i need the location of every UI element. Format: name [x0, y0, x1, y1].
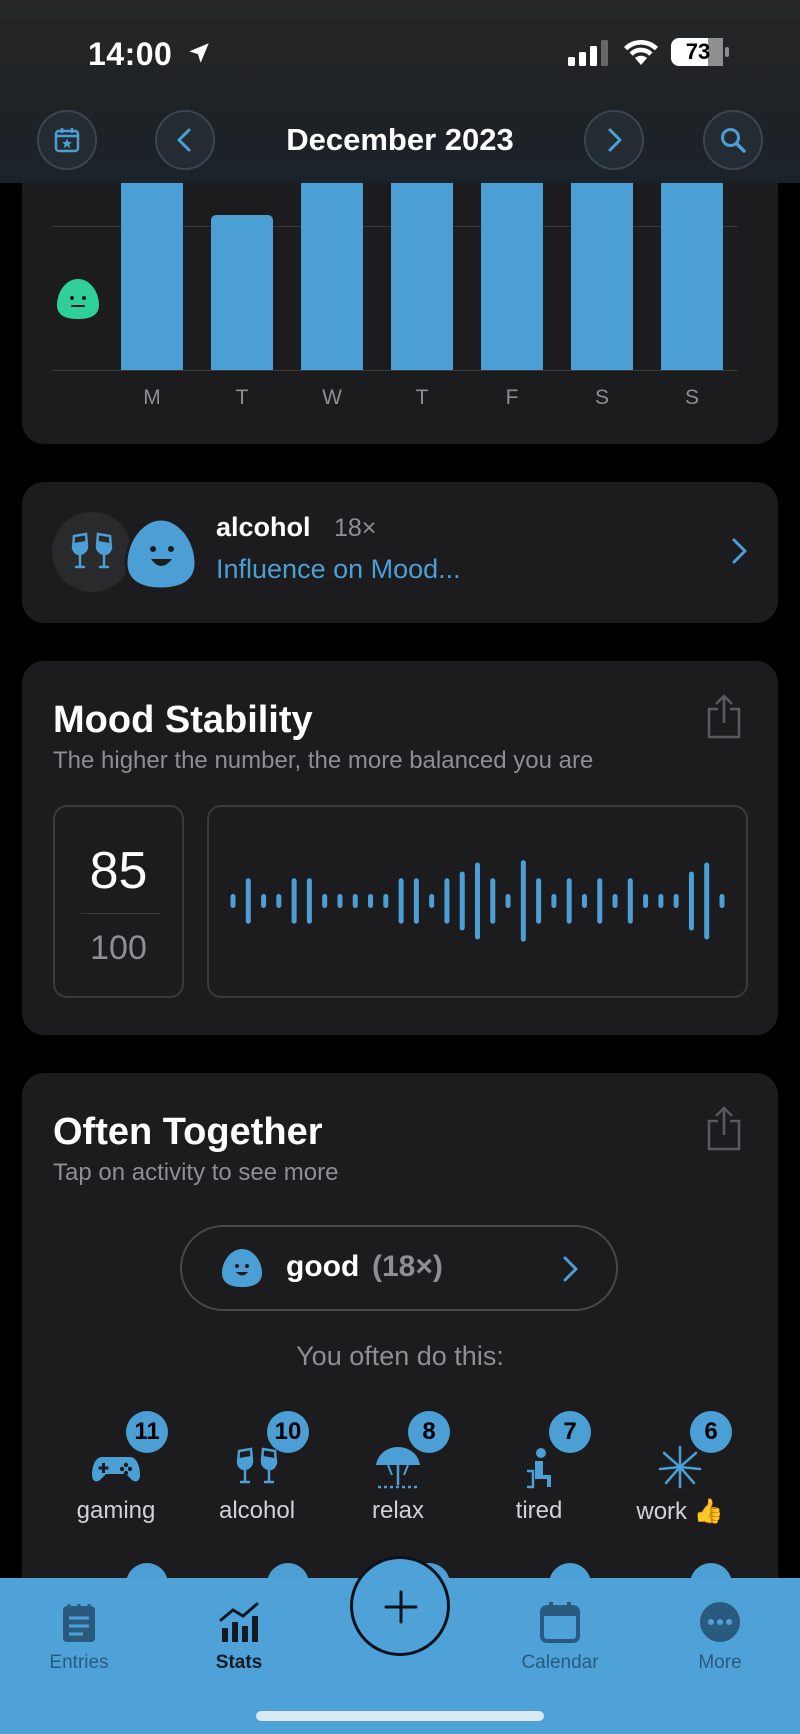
tab-label: Stats — [215, 1652, 263, 1673]
good-mood-face-icon — [222, 1249, 262, 1287]
activity-label: alcohol — [218, 1497, 296, 1524]
calendar-icon — [540, 1602, 580, 1643]
status-time: 14:00 — [88, 36, 173, 72]
stability-waveform-box — [207, 805, 748, 998]
plus-icon — [384, 1590, 418, 1624]
activity-label: relax — [371, 1497, 425, 1524]
month-nav: December 2023 — [0, 110, 800, 172]
calendar-star-icon — [54, 128, 80, 153]
month-title: December 2023 — [286, 122, 514, 157]
chart-baseline — [52, 370, 738, 371]
together-title: Often Together — [53, 1111, 323, 1153]
chevron-right-icon — [608, 128, 622, 152]
activity-icon-circle — [52, 512, 132, 592]
mood-selector-pill[interactable]: good (18×) — [180, 1225, 618, 1311]
activity-count-badge: 11 — [126, 1411, 168, 1453]
chevron-right-icon — [563, 1256, 578, 1282]
activity-count-badge: 6 — [690, 1411, 732, 1453]
mood-count: (18×) — [372, 1250, 443, 1283]
home-indicator — [256, 1711, 544, 1721]
activity-label: work 👍 — [636, 1498, 724, 1525]
chart-x-label: F — [505, 386, 519, 409]
activity-influence-card[interactable]: alcohol 18× Influence on Mood... — [22, 482, 778, 623]
chart-x-label: T — [415, 386, 429, 409]
tab-calendar[interactable]: Calendar — [500, 1592, 620, 1682]
chart-bar — [571, 160, 633, 370]
share-icon[interactable] — [706, 693, 742, 739]
stability-waveform — [230, 860, 725, 942]
cellular-signal-icon — [568, 40, 608, 66]
chart-bar — [391, 160, 453, 370]
bottom-tab-bar: Entries Stats Calendar More — [0, 1556, 800, 1734]
chart-x-label: S — [684, 386, 699, 409]
together-subtitle: Tap on activity to see more — [53, 1159, 339, 1186]
add-entry-button[interactable] — [350, 1556, 450, 1656]
next-month-button[interactable] — [584, 110, 644, 170]
activity-label: tired — [515, 1497, 563, 1524]
chevron-right-icon — [732, 538, 747, 564]
search-icon — [721, 128, 746, 153]
location-arrow-icon — [189, 43, 209, 63]
tab-label: Calendar — [521, 1652, 599, 1673]
stability-score: 85 — [89, 842, 148, 900]
chart-x-label: W — [322, 386, 342, 409]
activity-work[interactable]: 6 work 👍 — [610, 1411, 750, 1531]
activity-count: 18× — [334, 514, 377, 542]
chart-bar — [301, 177, 363, 370]
chart-x-label: S — [594, 386, 609, 409]
calendar-star-button[interactable] — [37, 110, 97, 170]
activity-relax[interactable]: 8 relax — [328, 1411, 468, 1531]
neutral-mood-face-icon — [57, 279, 99, 319]
previous-month-button[interactable] — [155, 110, 215, 170]
battery-level: 73 — [685, 39, 711, 64]
mood-label: good — [286, 1250, 360, 1283]
happy-mood-face-icon — [124, 517, 198, 591]
weekday-mood-chart-card: MTWTFSS — [22, 140, 778, 444]
activity-count-badge: 8 — [408, 1411, 450, 1453]
stability-title: Mood Stability — [53, 699, 313, 741]
chart-x-label: T — [235, 386, 249, 409]
activity-count-badge: 7 — [549, 1411, 591, 1453]
activity-tired[interactable]: 7 tired — [469, 1411, 609, 1531]
stability-score-box: 85 100 — [53, 805, 184, 998]
tab-label: More — [698, 1652, 742, 1673]
status-bar: 14:00 73 — [0, 30, 800, 80]
activity-count-badge: 10 — [267, 1411, 309, 1453]
chart-icon — [219, 1602, 259, 1642]
cheers-icon — [71, 532, 113, 569]
chart-bar — [661, 160, 723, 370]
activity-alcohol[interactable]: 10 alcohol — [187, 1411, 327, 1531]
wifi-icon — [624, 39, 658, 65]
more-icon — [700, 1602, 740, 1642]
chart-x-label: M — [143, 386, 161, 409]
top-header: 14:00 73 December 2023 — [0, 0, 800, 183]
activity-name: alcohol — [216, 512, 311, 542]
tab-more[interactable]: More — [660, 1592, 780, 1682]
activity-gaming[interactable]: 11 gaming — [46, 1411, 186, 1531]
tab-label: Entries — [49, 1652, 109, 1673]
tab-entries[interactable]: Entries — [19, 1592, 139, 1682]
often-prompt: You often do this: — [296, 1341, 504, 1371]
tab-stats[interactable]: Stats — [179, 1592, 299, 1682]
score-divider — [81, 913, 160, 914]
stability-subtitle: The higher the number, the more balanced… — [53, 747, 594, 774]
search-button[interactable] — [703, 110, 763, 170]
stability-max: 100 — [90, 929, 147, 967]
mood-stability-card: Mood Stability The higher the number, th… — [22, 661, 778, 1035]
influence-on-mood-link[interactable]: Influence on Mood... — [216, 554, 461, 585]
chevron-left-icon — [177, 128, 191, 152]
activity-label: gaming — [76, 1497, 156, 1524]
chart-bar — [211, 215, 273, 370]
chart-bar — [481, 168, 543, 370]
share-icon[interactable] — [706, 1105, 742, 1151]
chart-bar — [121, 177, 183, 370]
list-icon — [63, 1604, 95, 1642]
